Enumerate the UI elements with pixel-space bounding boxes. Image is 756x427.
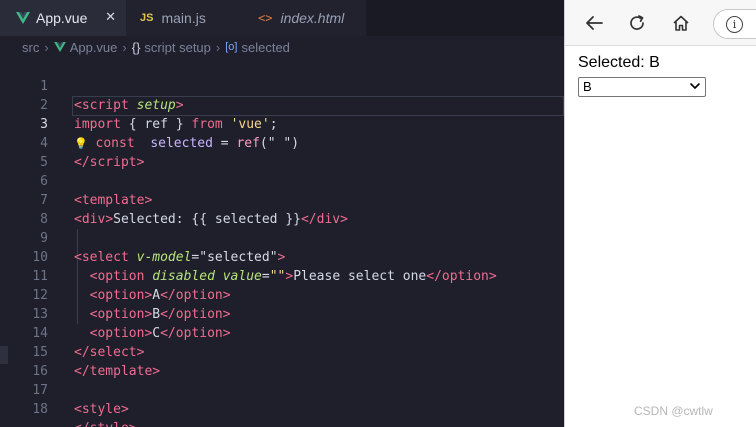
token: </ [74,421,90,427]
code-line: 8 [0,191,564,227]
watermark: CSDN @cwtlw [634,404,713,418]
token: > [120,402,129,417]
token: < [74,402,82,417]
tab-label: index.html [280,10,345,26]
chevron-right-icon: › [215,39,221,55]
code-line: 18 </style> [0,381,564,427]
code-line: 1 <script setup> [0,58,564,113]
vue-icon [53,42,66,52]
home-button[interactable] [666,8,696,38]
code-line: 13 <option>C</option> [0,286,564,341]
reload-button[interactable] [622,8,652,38]
js-icon: JS [140,12,154,24]
breadcrumb-file[interactable]: App.vue [70,40,118,55]
breadcrumb-section[interactable]: script setup [144,40,210,55]
code-line: 15 </template> [0,324,564,379]
breadcrumb-folder[interactable]: src [22,40,39,55]
select-value: B [583,79,592,94]
tab-index-html[interactable]: <> index.html [244,0,366,36]
code-line: 14 </select> [0,305,564,360]
vue-icon [16,12,30,24]
braces-icon: {} [131,39,141,55]
scroll-marker [0,346,8,364]
code-line: 12 <option>B</option> [0,267,564,322]
token: style [90,421,129,427]
code-line: 16 [0,343,564,379]
token: style [81,402,121,417]
chevron-right-icon: › [122,39,127,55]
code-line: 2 import { ref } from 'vue'; [0,77,564,132]
tab-main-js[interactable]: JS main.js [126,0,244,36]
address-bar[interactable]: i [713,9,756,39]
line-content: <style> [74,400,129,419]
tab-label: App.vue [36,10,88,26]
line-content: </style> [74,419,137,427]
code-line: 10 <option disabled value="">Please sele… [0,229,564,284]
editor-tab-bar: App.vue ✕ JS main.js <> index.html [0,0,564,36]
code-line: 17 <style> [0,362,564,417]
breadcrumb-symbol[interactable]: selected [241,40,289,55]
home-icon [673,15,689,31]
option-select[interactable]: B [578,77,706,97]
code-line: 6 <template> [0,153,564,208]
line-number: 18 [32,402,48,417]
code-line: 3 💡 const selected = ref(" ") [0,96,564,151]
code-line: 11 <option>A</option> [0,248,564,303]
close-icon[interactable]: ✕ [105,10,116,25]
chevron-right-icon: › [44,39,49,55]
reload-icon [630,15,644,30]
code-editor: App.vue ✕ JS main.js <> index.html src ›… [0,0,564,427]
code-line: 4 </script> [0,115,564,170]
info-icon[interactable]: i [726,16,743,33]
variable-icon: [o] [225,41,238,53]
chevron-down-icon [690,83,700,89]
selected-output: Selected: B [578,54,660,71]
breadcrumb: src › App.vue › {} script setup › [o] se… [0,36,564,58]
tab-app-vue[interactable]: App.vue ✕ [0,0,126,36]
back-button[interactable] [579,8,609,38]
token: > [129,421,137,427]
code-area[interactable]: 1 <script setup> 2 import { ref } from '… [0,58,564,427]
browser-preview: i Selected: B B [564,0,756,427]
code-line: 7 <div>Selected: {{ selected }}</div> [0,172,564,227]
tab-label: main.js [161,10,206,26]
html-icon: <> [258,11,273,25]
code-line: 5 [0,134,564,170]
browser-toolbar: i [565,0,756,46]
back-arrow-icon [586,16,603,30]
page-viewport: Selected: B B [565,47,756,427]
code-line: 9 <select v-model="selected"> [0,210,564,265]
